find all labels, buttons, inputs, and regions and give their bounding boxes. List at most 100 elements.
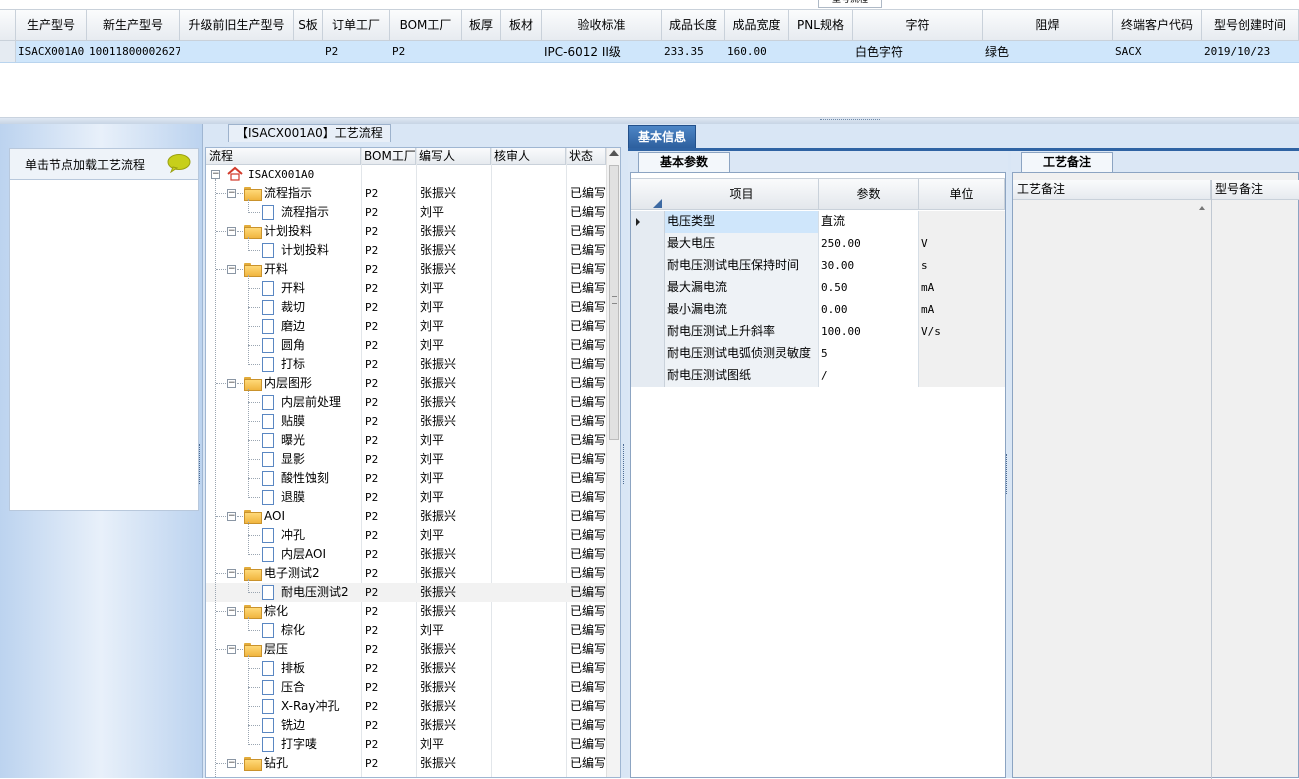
tree-cell-writer[interactable]: 刘平	[420, 450, 491, 469]
tree-node[interactable]: 曝光	[206, 431, 361, 450]
tab-process-remarks[interactable]: 工艺备注	[1021, 152, 1113, 172]
tree-cell-checker[interactable]	[495, 602, 566, 621]
grid-cell[interactable]: SACX	[1113, 41, 1202, 62]
tree-cell-bom[interactable]: P2	[365, 583, 416, 602]
param-unit[interactable]: V	[919, 233, 1005, 255]
tree-cell-writer[interactable]: 刘平	[420, 317, 491, 336]
row-indicator[interactable]	[631, 365, 665, 387]
tree-row[interactable]: 流程指示 P2 刘平 已编写	[206, 203, 606, 222]
tree-cell-checker[interactable]	[495, 488, 566, 507]
tree-cell-checker[interactable]	[495, 184, 566, 203]
tree-cell-status[interactable]: 已编写	[570, 735, 606, 754]
grid-cell[interactable]: ISACX001A0	[16, 41, 87, 62]
tree-cell-checker[interactable]	[495, 260, 566, 279]
collapse-toggle-icon[interactable]: −	[211, 170, 220, 179]
tree-cell-status[interactable]: 已编写	[570, 222, 606, 241]
tree-node[interactable]: − 钻孔	[206, 754, 361, 773]
tree-cell-status[interactable]	[570, 165, 606, 184]
tree-row[interactable]: 打字唛 P2 刘平 已编写	[206, 735, 606, 754]
params-column-header[interactable]: 单位	[919, 179, 1005, 209]
tree-cell-writer[interactable]: 张振兴	[420, 754, 491, 773]
tree-row[interactable]: 耐电压测试2 P2 张振兴 已编写	[206, 583, 606, 602]
tree-cell-bom[interactable]: P2	[365, 545, 416, 564]
remarks-collapse-handle[interactable]	[1006, 454, 1010, 494]
tree-row[interactable]: 显影 P2 刘平 已编写	[206, 450, 606, 469]
tree-cell-status[interactable]: 已编写	[570, 564, 606, 583]
tree-row[interactable]: 冲孔 P2 刘平 已编写	[206, 526, 606, 545]
tree-column-header[interactable]: BOM工厂	[361, 148, 416, 164]
row-indicator[interactable]	[631, 277, 665, 299]
tree-row[interactable]: 曝光 P2 刘平 已编写	[206, 431, 606, 450]
column-header[interactable]: S板	[294, 10, 323, 40]
tree-cell-bom[interactable]: P2	[365, 754, 416, 773]
tree-cell-status[interactable]: 已编写	[570, 545, 606, 564]
tree-cell-checker[interactable]	[495, 716, 566, 735]
tree-cell-bom[interactable]: P2	[365, 298, 416, 317]
tree-cell-status[interactable]: 已编写	[570, 678, 606, 697]
row-indicator[interactable]	[631, 233, 665, 255]
tree-cell-status[interactable]: 已编写	[570, 298, 606, 317]
tree-row[interactable]: − 层压 P2 张振兴 已编写	[206, 640, 606, 659]
product-grid-row[interactable]: ISACX001A0 10011800002627 P2 P2 IPC-6012 II级…	[0, 41, 1299, 63]
remarks-column-header[interactable]: 工艺备注	[1013, 180, 1211, 199]
tree-cell-status[interactable]: 已编写	[570, 602, 606, 621]
tree-cell-checker[interactable]	[495, 754, 566, 773]
tree-cell-checker[interactable]	[495, 678, 566, 697]
tree-cell-status[interactable]: 已编写	[570, 488, 606, 507]
collapse-toggle-icon[interactable]: −	[227, 189, 236, 198]
tree-cell-checker[interactable]	[495, 450, 566, 469]
tree-cell-bom[interactable]: P2	[365, 241, 416, 260]
tree-cell-checker[interactable]	[495, 526, 566, 545]
grid-cell[interactable]: P2	[323, 41, 390, 62]
tree-column-header[interactable]: 流程	[206, 148, 361, 164]
row-indicator[interactable]	[631, 321, 665, 343]
tree-row[interactable]: − 开料 P2 张振兴 已编写	[206, 260, 606, 279]
column-header[interactable]: 板材	[501, 10, 542, 40]
param-unit[interactable]	[919, 211, 1005, 233]
param-unit[interactable]: mA	[919, 277, 1005, 299]
row-indicator[interactable]	[631, 255, 665, 277]
param-value[interactable]: 直流	[819, 211, 919, 233]
splitter-grip[interactable]	[820, 119, 880, 123]
tree-node[interactable]: − 计划投料	[206, 222, 361, 241]
tree-cell-writer[interactable]: 张振兴	[420, 716, 491, 735]
params-row[interactable]: 电压类型 直流	[631, 211, 1005, 233]
tree-cell-status[interactable]: 已编写	[570, 184, 606, 203]
tree-cell-checker[interactable]	[495, 431, 566, 450]
tree-cell-writer[interactable]: 张振兴	[420, 678, 491, 697]
tree-row[interactable]: − 流程指示 P2 张振兴 已编写	[206, 184, 606, 203]
tree-row[interactable]: 打标 P2 张振兴 已编写	[206, 355, 606, 374]
tree-cell-status[interactable]: 已编写	[570, 241, 606, 260]
tree-cell-bom[interactable]: P2	[365, 735, 416, 754]
grid-cell[interactable]	[501, 41, 542, 62]
tree-cell-status[interactable]: 已编写	[570, 507, 606, 526]
row-indicator[interactable]	[631, 211, 665, 233]
column-header[interactable]: 订单工厂	[323, 10, 390, 40]
params-row[interactable]: 耐电压测试电压保持时间 30.00 s	[631, 255, 1005, 277]
tree-cell-status[interactable]: 已编写	[570, 431, 606, 450]
tree-row[interactable]: − 内层图形 P2 张振兴 已编写	[206, 374, 606, 393]
tree-cell-writer[interactable]: 张振兴	[420, 374, 491, 393]
grid-cell[interactable]: 160.00	[725, 41, 789, 62]
tree-cell-status[interactable]: 已编写	[570, 526, 606, 545]
tree-cell-checker[interactable]	[495, 507, 566, 526]
tree-cell-status[interactable]: 已编写	[570, 412, 606, 431]
tree-cell-writer[interactable]: 张振兴	[420, 583, 491, 602]
tree-row[interactable]: − AOI P2 张振兴 已编写	[206, 507, 606, 526]
tree-cell-writer[interactable]: 张振兴	[420, 507, 491, 526]
tree-cell-writer[interactable]: 刘平	[420, 735, 491, 754]
tree-node[interactable]: − AOI	[206, 507, 361, 526]
tree-node[interactable]: 流程指示	[206, 203, 361, 222]
tree-row[interactable]: − 计划投料 P2 张振兴 已编写	[206, 222, 606, 241]
tree-cell-bom[interactable]: P2	[365, 279, 416, 298]
column-header[interactable]: 型号创建时间	[1202, 10, 1299, 40]
tree-row[interactable]: 酸性蚀刻 P2 刘平 已编写	[206, 469, 606, 488]
tree-node[interactable]: 冲孔	[206, 526, 361, 545]
tree-row[interactable]: − 钻孔 P2 张振兴 已编写	[206, 754, 606, 773]
tree-node[interactable]: 裁切	[206, 298, 361, 317]
tree-cell-bom[interactable]	[365, 165, 416, 184]
tree-node[interactable]: 内层AOI	[206, 545, 361, 564]
tree-cell-status[interactable]: 已编写	[570, 279, 606, 298]
tree-cell-status[interactable]: 已编写	[570, 621, 606, 640]
param-value[interactable]: 250.00	[819, 233, 919, 255]
